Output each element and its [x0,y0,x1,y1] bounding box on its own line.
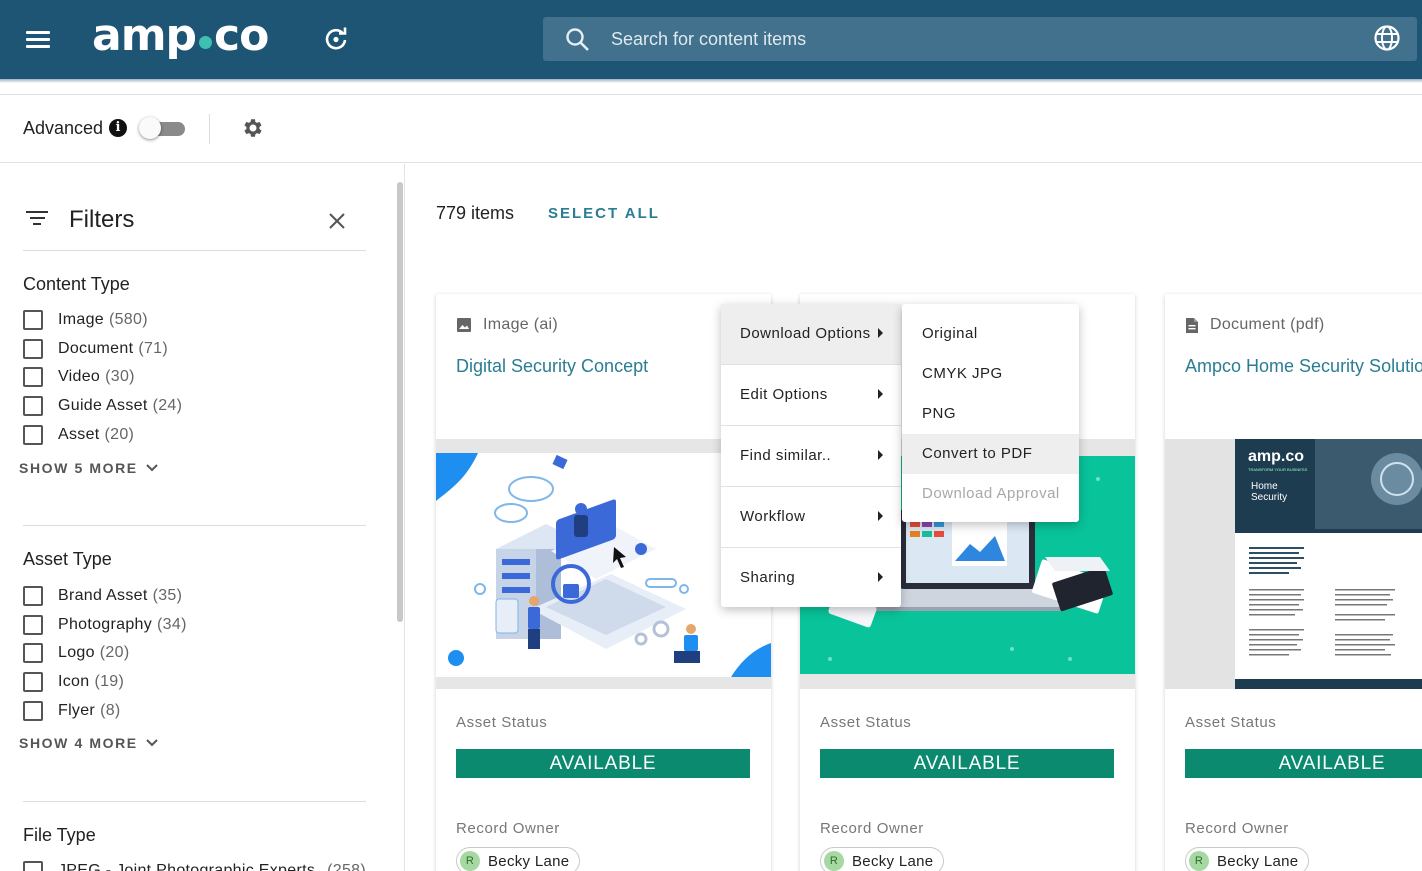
filter-option[interactable]: Icon (19) [23,671,124,693]
filters-title: Filters [69,206,135,233]
card-type: Document (pdf) [1185,316,1324,334]
submenu-item-original[interactable]: Original [902,314,1079,354]
checkbox[interactable] [23,425,43,445]
owner-label: Record Owner [1185,820,1289,837]
filter-option[interactable]: Video (30) [23,366,135,388]
chevron-right-icon [878,511,883,521]
menu-item-find-similar[interactable]: Find similar.. [721,426,901,486]
owner-chip[interactable]: R Becky Lane [456,847,581,871]
filter-option[interactable]: Guide Asset (24) [23,395,182,417]
filter-option[interactable]: Logo (20) [23,642,129,664]
items-count: 779 items [436,203,515,223]
status-label: Asset Status [1185,714,1277,731]
avatar: R [824,851,844,871]
filter-option[interactable]: Asset (20) [23,424,134,446]
sidebar-scrollbar[interactable] [397,182,403,622]
checkbox[interactable] [23,586,43,606]
submenu-item-cmyk-jpg[interactable]: CMYK JPG [902,354,1079,394]
divider [23,250,366,251]
chevron-right-icon [878,450,883,460]
app-logo[interactable]: amp co [92,6,269,66]
context-menu: Download Options Edit Options Find simil… [721,304,901,607]
menu-item-edit-options[interactable]: Edit Options [721,365,901,425]
show-more-button[interactable]: SHOW 4 MORE [19,735,158,751]
filter-option[interactable]: Brand Asset (35) [23,585,182,607]
chevron-right-icon [878,328,883,338]
globe-icon[interactable] [1373,24,1401,52]
gear-icon[interactable] [241,116,265,140]
menu-item-download-options[interactable]: Download Options [721,304,901,364]
submenu-item-convert-to-pdf[interactable]: Convert to PDF [902,434,1079,474]
toolbar-row: Advanced i [0,94,1422,163]
checkbox[interactable] [23,701,43,721]
filters-sidebar [0,164,405,871]
owner-label: Record Owner [820,820,924,837]
card-title[interactable]: Digital Security Concept [456,356,648,377]
close-icon[interactable] [326,210,348,232]
checkbox[interactable] [23,672,43,692]
submenu-item-png[interactable]: PNG [902,394,1079,434]
filter-option[interactable]: Photography (34) [23,614,187,636]
search-icon[interactable] [565,27,591,53]
divider [23,525,366,526]
document-icon [1186,317,1198,333]
select-all-button[interactable]: SELECT ALL [548,205,660,222]
filter-option[interactable]: Image (580) [23,309,148,331]
checkbox[interactable] [23,861,43,871]
submenu-item-download-approval: Download Approval [922,485,1060,502]
owner-chip[interactable]: R Becky Lane [820,847,945,871]
checkbox[interactable] [23,310,43,330]
checkbox[interactable] [23,643,43,663]
chevron-down-icon [146,739,158,747]
thumb-heading: Security [1251,492,1287,503]
avatar: R [460,851,480,871]
checkbox[interactable] [23,367,43,387]
download-options-submenu: Original CMYK JPG PNG Convert to PDF Dow… [902,304,1079,522]
filter-section-file-type: File Type [23,825,96,845]
search-input[interactable] [611,17,1351,61]
thumb-brand: amp.co [1248,448,1304,465]
avatar: R [1189,851,1209,871]
chevron-down-icon [146,464,158,472]
app-header: amp co [0,0,1422,83]
divider [23,801,366,802]
toolbar-divider [209,114,210,144]
menu-icon[interactable] [26,31,50,49]
image-icon [457,318,471,332]
refresh-icon[interactable] [322,25,350,53]
chevron-right-icon [878,389,883,399]
filter-section-asset-type: Asset Type [23,549,112,569]
filter-option[interactable]: JPEG - Joint Photographic Experts (258) [23,860,366,871]
card-thumbnail[interactable]: amp.co TRANSFORM YOUR BUSINESS Home Secu… [1165,439,1422,689]
card-type: Image (ai) [456,316,558,334]
status-badge: AVAILABLE [1185,749,1422,778]
status-badge: AVAILABLE [820,749,1114,778]
filter-option[interactable]: Flyer (8) [23,700,121,722]
search-bar [543,17,1417,61]
owner-label: Record Owner [456,820,560,837]
filter-icon [26,211,48,227]
owner-chip[interactable]: R Becky Lane [1185,847,1310,871]
menu-item-sharing[interactable]: Sharing [721,548,901,608]
advanced-label: Advanced [23,118,104,138]
thumb-heading: Home [1251,481,1278,492]
brochure-thumbnail: amp.co TRANSFORM YOUR BUSINESS Home Secu… [1235,439,1422,689]
show-more-button[interactable]: SHOW 5 MORE [19,460,158,476]
filter-option[interactable]: Document (71) [23,338,168,360]
checkbox[interactable] [23,615,43,635]
status-label: Asset Status [820,714,912,731]
card-title[interactable]: Ampco Home Security Solutio [1185,356,1422,377]
status-label: Asset Status [456,714,548,731]
menu-item-workflow[interactable]: Workflow [721,487,901,547]
checkbox[interactable] [23,396,43,416]
advanced-toggle[interactable] [139,117,185,139]
checkbox[interactable] [23,339,43,359]
thumb-tagline: TRANSFORM YOUR BUSINESS [1248,467,1308,472]
filter-section-content-type: Content Type [23,274,130,294]
status-badge: AVAILABLE [456,749,750,778]
content-card[interactable]: Document (pdf) Ampco Home Security Solut… [1165,294,1422,871]
info-icon[interactable]: i [109,119,127,137]
chevron-right-icon [878,572,883,582]
